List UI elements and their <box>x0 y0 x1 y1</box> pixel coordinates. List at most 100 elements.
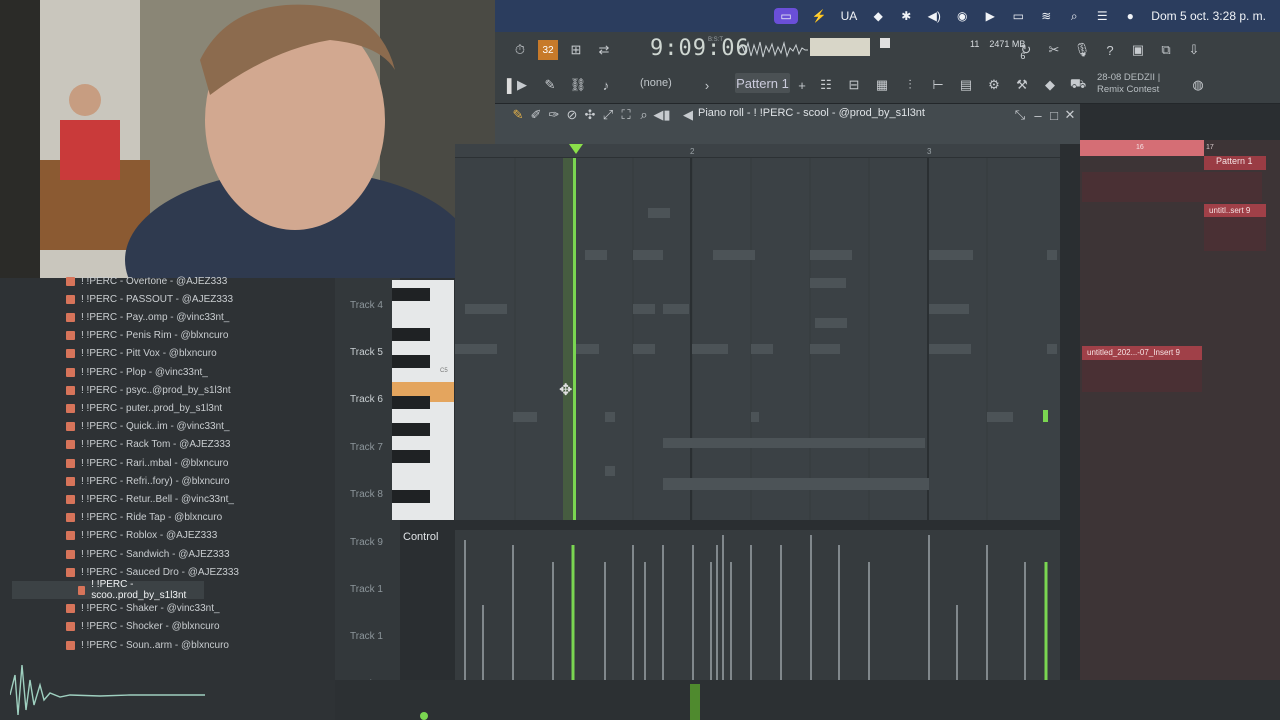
browser-item[interactable]: ! !PERC - Retur..Bell - @vinc33nt_ <box>66 490 326 508</box>
browser-item[interactable]: ! !PERC - Refri..fory) - @blxncuro <box>66 472 326 490</box>
black-key[interactable] <box>392 288 430 301</box>
add-pattern-icon[interactable]: + <box>792 75 812 95</box>
diamond-icon[interactable]: ◆ <box>871 9 885 23</box>
track-label[interactable]: Track 1 <box>350 584 383 595</box>
browser-item[interactable]: ! !PERC - puter..prod_by_s1l3nt <box>66 399 326 417</box>
black-key[interactable] <box>392 355 430 368</box>
mic-icon[interactable]: 🎙 <box>1072 40 1092 60</box>
news-panel[interactable]: 28-08 DEDZII | Remix Contest <box>1097 72 1160 96</box>
tools-icon[interactable]: ✂ <box>1044 40 1064 60</box>
brush-icon[interactable]: ✎ <box>540 75 560 95</box>
volume-icon[interactable]: ◀) <box>927 9 941 23</box>
browser-item[interactable]: ! !PERC - Quick..im - @vinc33nt_ <box>66 418 326 436</box>
song-time[interactable]: 9:09:06 <box>650 36 750 61</box>
browser-item[interactable]: ! !PERC - psyc..@prod_by_s1l3nt <box>66 381 326 399</box>
pencil-tool-icon[interactable]: ✎ <box>508 105 528 125</box>
render-icon[interactable]: ◆ <box>1040 75 1060 95</box>
piano-roll-ruler[interactable] <box>455 144 1060 158</box>
cart-icon[interactable]: ⛟ <box>1068 75 1088 95</box>
globe-icon[interactable]: ◍ <box>1188 75 1208 95</box>
browser-tree-icon[interactable]: ⊢ <box>928 75 948 95</box>
tempo-mode-button[interactable]: 32 <box>538 40 558 60</box>
play-icon[interactable]: ▶ <box>983 9 997 23</box>
metronome-icon[interactable]: ⏱ <box>510 40 530 60</box>
slice-tool-icon[interactable]: ⤢ <box>598 105 618 125</box>
step-edit-icon[interactable]: ⊞ <box>566 40 586 60</box>
channel-rack-icon[interactable]: ⊟ <box>844 75 864 95</box>
note-grid[interactable] <box>455 158 1060 520</box>
track-label[interactable]: Track 6 <box>350 394 383 405</box>
track-label[interactable]: Track 1 <box>350 631 383 642</box>
black-key[interactable] <box>392 328 430 341</box>
select-tool-icon[interactable]: ⛶ <box>616 105 636 125</box>
browser-item[interactable]: ! !PERC - Sandwich - @AJEZ333 <box>66 545 326 563</box>
snap-value[interactable]: (none) <box>640 77 672 89</box>
tools-wrench-icon[interactable]: ⚒ <box>1012 75 1032 95</box>
play-button-icon[interactable]: ▶ <box>512 75 532 95</box>
screen-share-icon[interactable]: ▭ <box>774 8 798 24</box>
browser-item[interactable]: ! !PERC - Plop - @vinc33nt_ <box>66 363 326 381</box>
velocity-lane[interactable] <box>455 530 1060 680</box>
plugin-icon[interactable]: ⚙ <box>984 75 1004 95</box>
mute-tool-icon[interactable]: ✣ <box>580 105 600 125</box>
loop-record-icon[interactable]: ⇄ <box>594 40 614 60</box>
window-menu-icon[interactable]: ◀ <box>678 105 698 125</box>
playback-tool-icon[interactable]: ◀▮ <box>652 105 672 125</box>
bluetooth-icon[interactable]: ✱ <box>899 9 913 23</box>
browser-item[interactable]: ! !PERC - Pitt Vox - @blxncuro <box>66 345 326 363</box>
menubar-clock[interactable]: Dom 5 oct. 3:28 p. m. <box>1151 9 1266 23</box>
browser-item[interactable]: ! !PERC - PASSOUT - @AJEZ333 <box>66 290 326 308</box>
playlist-pattern-clip[interactable]: Pattern 1 <box>1204 156 1266 170</box>
browser-item[interactable]: ! !PERC - Soun..arm - @blxncuro <box>66 636 326 654</box>
pattern-selector[interactable]: Pattern 1 <box>735 73 790 93</box>
save-icon[interactable]: ▣ <box>1128 40 1148 60</box>
download-icon[interactable]: ⇩ <box>1184 40 1204 60</box>
link-icon[interactable]: ⛓ <box>568 75 588 95</box>
paint-drums-icon[interactable]: ✑ <box>544 105 564 125</box>
playhead-marker-icon[interactable] <box>569 144 583 154</box>
close-icon[interactable]: ✕ <box>1060 105 1080 125</box>
bolt-icon[interactable]: ⚡ <box>812 9 827 23</box>
playlist-audio-clip-a[interactable]: untitl..sert 9 <box>1204 204 1266 217</box>
battery-icon[interactable]: ▭ <box>1011 9 1025 23</box>
wifi-icon[interactable]: ≋ <box>1039 9 1053 23</box>
browser-item[interactable]: ! !PERC - Penis Rim - @blxncuro <box>66 327 326 345</box>
control-center-icon[interactable]: ☰ <box>1095 9 1109 23</box>
track-label[interactable]: Track 8 <box>350 489 383 500</box>
delete-tool-icon[interactable]: ⊘ <box>562 105 582 125</box>
user-icon[interactable]: ◉ <box>955 9 969 23</box>
track-label[interactable]: Track 5 <box>350 347 383 358</box>
browser-item[interactable]: ! !PERC - Ride Tap - @blxncuro <box>66 509 326 527</box>
help-icon[interactable]: ? <box>1100 40 1120 60</box>
siri-icon[interactable]: ● <box>1123 9 1137 23</box>
mixer-icon[interactable]: ⧉ <box>1156 40 1176 60</box>
browser-item[interactable]: ! !PERC - scoo..prod_by_s1l3nt <box>12 579 204 601</box>
refresh-icon[interactable]: ↻ <box>1016 40 1036 60</box>
browser-item[interactable]: ! !PERC - Shocker - @blxncuro <box>66 618 326 636</box>
black-key[interactable] <box>392 396 430 409</box>
black-key[interactable] <box>392 423 430 436</box>
track-label[interactable]: Track 4 <box>350 300 383 311</box>
track-label[interactable]: Track 9 <box>350 537 383 548</box>
playlist-icon[interactable]: ☷ <box>816 75 836 95</box>
track-label[interactable]: Track 7 <box>350 442 383 453</box>
browser-item[interactable]: ! !PERC - Pay..omp - @vinc33nt_ <box>66 308 326 326</box>
black-key[interactable] <box>392 450 430 463</box>
browser-item[interactable]: ! !PERC - Rari..mbal - @blxncuro <box>66 454 326 472</box>
black-key[interactable] <box>392 490 430 503</box>
piano-roll-icon[interactable]: ▦ <box>872 75 892 95</box>
mixer-faders-icon[interactable]: ⫶ <box>900 75 920 95</box>
browser-item[interactable]: ! !PERC - Rack Tom - @AJEZ333 <box>66 436 326 454</box>
detach-icon[interactable]: ⤡ <box>1010 105 1030 125</box>
browser-item[interactable]: ! !PERC - Shaker - @vinc33nt_ <box>66 600 326 618</box>
arrow-right-icon[interactable]: › <box>697 75 717 95</box>
control-lane-label[interactable]: Control <box>403 531 438 543</box>
templates-icon[interactable]: ▤ <box>956 75 976 95</box>
stamp-icon[interactable]: ♪ <box>596 75 616 95</box>
paint-tool-icon[interactable]: ✐ <box>526 105 546 125</box>
playlist-pattern-notes[interactable] <box>1082 172 1262 202</box>
browser-item[interactable]: ! !PERC - Overtone - @AJEZ333 <box>66 272 326 290</box>
zoom-tool-icon[interactable]: ⌕ <box>634 105 654 125</box>
search-icon[interactable]: ⌕ <box>1067 9 1081 24</box>
input-source-label[interactable]: UA <box>841 9 858 23</box>
